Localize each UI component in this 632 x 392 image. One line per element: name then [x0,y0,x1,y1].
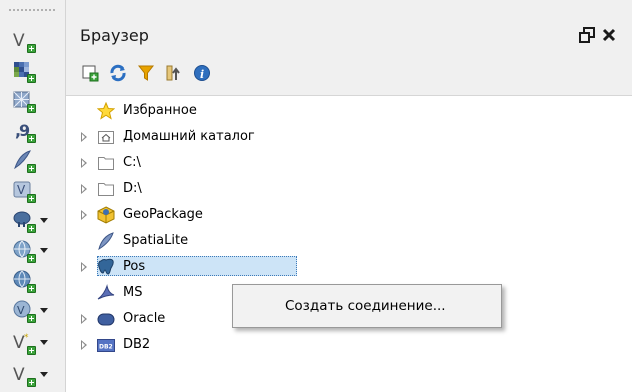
chevron-down-icon[interactable] [40,218,48,223]
close-icon [602,28,616,42]
filter-icon [137,65,155,81]
menu-item-label: Создать соединение... [285,298,446,314]
chevron-down-icon[interactable] [40,372,48,377]
expand-arrow-icon[interactable] [81,262,87,272]
svg-text:V: V [13,31,25,51]
panel-title: Браузер [80,26,149,45]
tree-item-label: D:\ [123,181,142,196]
svg-text:V: V [13,365,25,385]
collapse-all-button[interactable] [164,63,184,83]
svg-text:V: V [17,183,26,197]
expand-arrow-icon[interactable] [81,314,87,324]
info-icon: i [194,65,210,81]
tree-item-postgresql[interactable]: Pos [66,256,632,278]
folder-icon [98,183,114,196]
star-icon [97,102,115,120]
add-selected-layers-icon [82,65,99,82]
db2-badge-text: DB2 [99,344,113,351]
chevron-down-icon[interactable] [40,248,48,253]
postgresql-elephant-icon [98,258,114,275]
data-source-toolbar: V ,9 V V V * V [0,0,66,392]
add-spatialite-layer-button[interactable] [4,146,60,174]
refresh-button[interactable] [108,63,128,83]
tree-item-label: Pos [123,259,146,274]
new-vector-layer-button[interactable]: V * [4,328,60,356]
add-delimited-text-layer-icon: ,9 [12,119,36,143]
add-vector-layer-button[interactable]: V [4,26,60,54]
add-mesh-layer-icon [12,89,36,113]
folder-icon [98,157,114,170]
filter-button[interactable] [136,63,156,83]
add-spatialite-layer-icon [12,149,36,173]
home-folder-icon [98,131,114,144]
tree-item-drive-d[interactable]: D:\ [66,178,632,200]
tree-item-geopackage[interactable]: GeoPackage [66,204,632,226]
expand-arrow-icon[interactable] [81,158,87,168]
expand-arrow-icon[interactable] [81,184,87,194]
tree-item-home[interactable]: Домашний каталог [66,126,632,148]
close-panel-button[interactable] [598,24,620,46]
tree-item-label: GeoPackage [123,207,203,222]
add-temporary-layer-icon: V [12,363,36,387]
add-wfs-layer-button[interactable] [4,266,60,294]
oracle-icon [97,313,115,326]
tree-item-label: MS [123,285,143,300]
toolbar-grip[interactable] [8,8,56,12]
add-postgis-layer-button[interactable] [4,206,60,234]
collapse-all-icon [166,65,180,81]
tree-item-spatialite[interactable]: SpatiaLite [66,230,632,252]
tree-item-drive-c[interactable]: C:\ [66,152,632,174]
add-wfs-layer-icon [12,269,36,293]
svg-text:*: * [24,333,29,343]
svg-text:i: i [200,68,204,81]
expand-arrow-icon[interactable] [81,132,87,142]
chevron-down-icon[interactable] [40,308,48,313]
tree-item-db2[interactable]: DB2 DB2 [66,334,632,356]
mssql-icon [97,284,115,300]
tree-item-label: Избранное [123,103,197,118]
float-panel-button[interactable] [576,24,598,46]
add-delimited-text-layer-button[interactable]: ,9 [4,116,60,144]
browser-panel: Браузер i Избранное Домашний каталог C:\… [66,0,632,392]
spatialite-feather-icon [98,232,114,250]
tree-item-label: Домашний каталог [123,129,255,144]
properties-button[interactable]: i [192,63,212,83]
add-virtual-layer-button[interactable]: V [4,176,60,204]
context-menu: Создать соединение... [232,284,502,328]
expand-arrow-icon[interactable] [81,210,87,220]
tree-item-favorites[interactable]: Избранное [66,100,632,122]
svg-text:V: V [17,304,25,317]
refresh-icon [110,64,126,82]
add-selected-layers-button[interactable] [80,63,100,83]
menu-item-create-connection[interactable]: Создать соединение... [237,291,497,321]
add-virtual-layer-icon: V [12,179,36,203]
expand-arrow-icon[interactable] [81,340,87,350]
chevron-down-icon[interactable] [40,340,48,345]
tree-item-label: Oracle [123,311,166,326]
more-tools-button[interactable]: V [4,360,60,388]
add-raster-layer-button[interactable] [4,56,60,84]
add-wms-layer-button[interactable] [4,236,60,264]
add-wcs-layer-button[interactable]: V [4,296,60,324]
add-postgis-layer-icon [12,209,36,233]
new-vector-layer-icon: V * [12,331,36,355]
add-mesh-layer-button[interactable] [4,86,60,114]
float-icon [579,27,595,43]
browser-tree[interactable]: Избранное Домашний каталог C:\ D:\ GeoPa… [66,95,632,392]
db2-icon: DB2 [97,339,115,352]
browser-toolbar: i [80,60,212,86]
tree-item-label: SpatiaLite [123,233,189,248]
add-wms-layer-icon [12,239,36,263]
tree-item-label: C:\ [123,155,141,170]
add-wcs-layer-icon: V [12,299,36,323]
geopackage-icon [97,206,115,224]
add-vector-layer-icon: V [12,29,36,53]
tree-item-label: DB2 [123,337,151,352]
add-raster-layer-icon [12,59,36,83]
